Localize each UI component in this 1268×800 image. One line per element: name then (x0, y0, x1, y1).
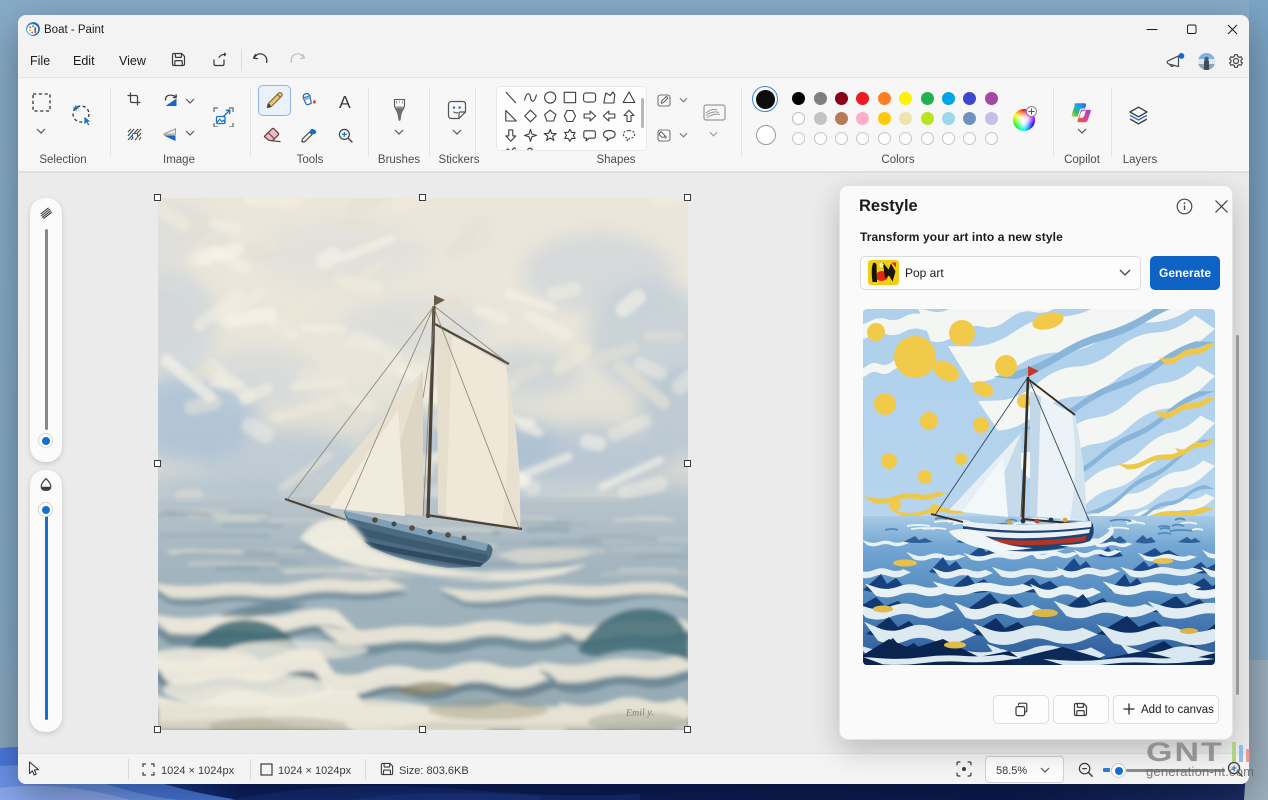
svg-text:Emil y.: Emil y. (625, 707, 654, 719)
